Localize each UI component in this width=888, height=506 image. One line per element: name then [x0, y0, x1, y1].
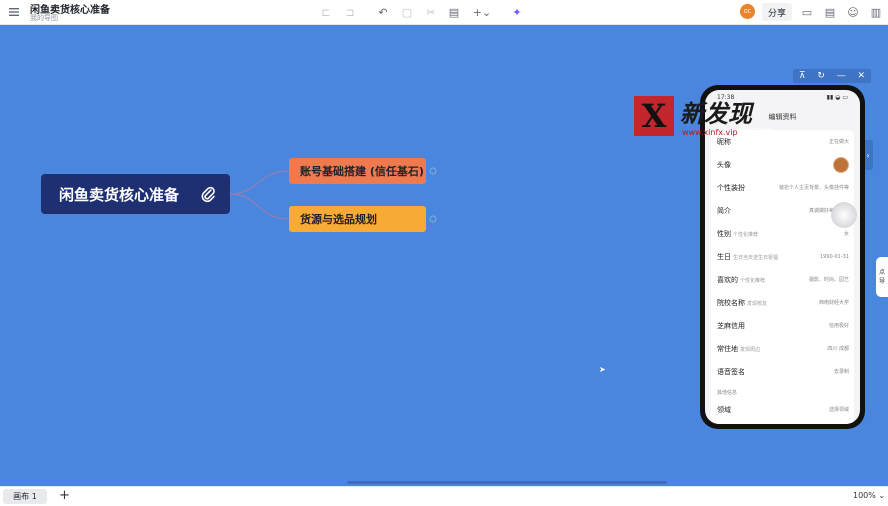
profile-card: 昵称 正在做大 头像 个性装扮 装扮个人主页背景、头像挂件等 简介 真诚做好每一… [711, 130, 854, 424]
undo-icon[interactable]: ↶ [375, 4, 391, 20]
side-pull-tab[interactable]: 点 导 [876, 257, 888, 297]
mindmap-branch-account[interactable]: 账号基础搭建 (信任基石) [289, 158, 426, 184]
profile-row[interactable]: 院校名称 发现校友 西南财经大学 [717, 291, 849, 314]
child-node-icon[interactable]: ⊏ [318, 4, 334, 20]
profile-row[interactable]: 芝麻信用 信用极好 [717, 314, 849, 337]
attachment-icon[interactable] [200, 185, 216, 203]
phone-screen: 17:38 ▮▮ ◒ ▭ 编辑资料 昵称 正在做大 头像 个性装扮 装扮个人主页… [705, 90, 860, 424]
signal-icon: ▮▮ ◒ ▭ [826, 94, 848, 101]
profile-row[interactable]: 个性装扮 装扮个人主页背景、头像挂件等 [717, 176, 849, 199]
root-node-label: 闲鱼卖货核心准备 [59, 185, 180, 204]
add-canvas-button[interactable]: + [59, 488, 70, 503]
zoom-level-select[interactable]: 100% ⌄ [853, 491, 885, 500]
comment-icon[interactable]: ▤ [446, 4, 462, 20]
profile-row[interactable]: 头像 [717, 153, 849, 176]
comment-panel-icon[interactable]: ▤ [822, 4, 838, 20]
profile-row[interactable]: 常住地 发现周边 四川 成都 [717, 337, 849, 360]
profile-row[interactable]: 生日 生日当天送生日祝福 1990-01-31 [717, 245, 849, 268]
close-icon[interactable]: ✕ [858, 71, 866, 81]
bottom-bar: 画布 1 + 100% ⌄ [0, 486, 888, 506]
history-icon[interactable]: ↻ [817, 71, 825, 81]
smile-icon[interactable]: ☺ [845, 4, 861, 20]
floating-window-controls: ⊼ ↻ — ✕ [793, 69, 871, 83]
profile-row[interactable]: 领域 选择领域 [717, 398, 849, 421]
mindmap-branch-sourcing[interactable]: 货源与选品规划 [289, 206, 426, 232]
insert-icon[interactable]: +⌄ [471, 4, 493, 20]
sibling-node-icon[interactable]: ⊐ [342, 4, 358, 20]
mindmap-root-node[interactable]: 闲鱼卖货核心准备 [41, 174, 230, 214]
avatar[interactable]: OC [740, 4, 755, 19]
frame-icon[interactable]: ▢ [399, 4, 415, 20]
profile-row[interactable]: 语音签名 去录制 [717, 360, 849, 383]
top-toolbar: 闲鱼卖货核心准备 我的导图 ⊏ ⊐ ↶ ▢ ✂ ▤ +⌄ ✦ OC 分享 ▭ ▤… [0, 0, 888, 25]
minimize-icon[interactable]: — [837, 71, 846, 81]
profile-avatar [833, 156, 849, 173]
profile-row[interactable]: 简介 真诚做好每一件事 [717, 199, 849, 222]
tab-canvas-1[interactable]: 画布 1 [3, 489, 47, 504]
pin-icon[interactable]: ⊼ [799, 71, 806, 81]
layout-icon[interactable]: ▥ [868, 4, 884, 20]
ai-sparkle-icon[interactable]: ✦ [509, 4, 525, 20]
profile-row[interactable]: 性别 个性化推荐 女 [717, 222, 849, 245]
floating-assistive-button[interactable] [831, 202, 857, 228]
breadcrumb[interactable]: 我的导图 [30, 13, 58, 23]
share-button[interactable]: 分享 [762, 3, 792, 21]
scissors-icon[interactable]: ✂ [423, 4, 439, 20]
profile-row[interactable]: 喜欢的 个性化推荐 摄影、时尚、园艺 [717, 268, 849, 291]
horizontal-scrollbar[interactable] [347, 481, 667, 484]
mouse-cursor-icon: ➤ [599, 365, 606, 374]
menu-icon[interactable] [8, 6, 20, 18]
section-header: 其他信息 [717, 389, 738, 396]
watermark-logo: X 新发现 www.xinfx.vip 资源网 [634, 96, 789, 140]
present-icon[interactable]: ▭ [799, 4, 815, 20]
